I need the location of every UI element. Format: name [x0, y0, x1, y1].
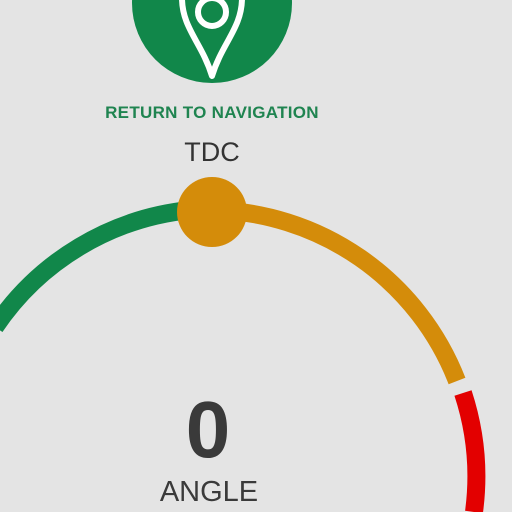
angle-value: 0 — [185, 385, 231, 474]
gauge-arc-green — [0, 201, 191, 333]
screen: RETURN TO NAVIGATION TDC 0 ANGLE — [0, 0, 512, 512]
gauge-arc-amber — [210, 201, 466, 385]
gauge-arc-red — [454, 390, 486, 512]
angle-label: ANGLE — [159, 476, 259, 508]
gauge-knob[interactable] — [177, 177, 247, 247]
